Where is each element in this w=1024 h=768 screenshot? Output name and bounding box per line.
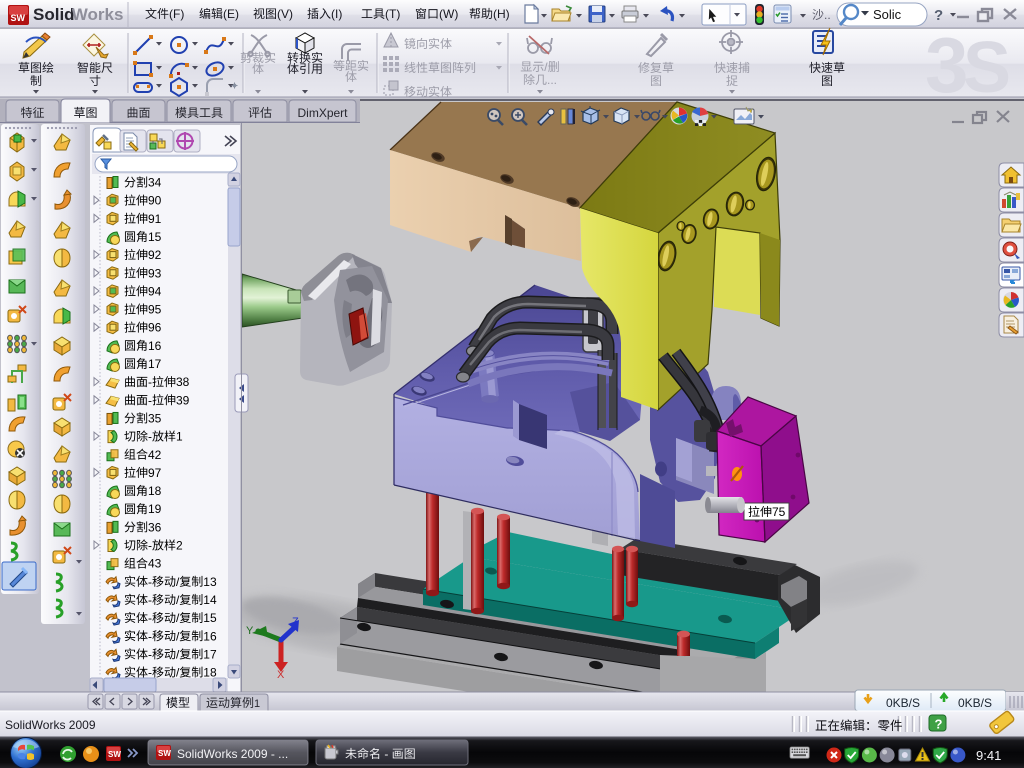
svg-text:95: 95 (148, 303, 162, 317)
svg-text:97: 97 (148, 466, 162, 480)
svg-text:1: 1 (176, 430, 183, 444)
svg-text:DimXpert: DimXpert (298, 106, 349, 120)
svg-text:34: 34 (148, 176, 162, 190)
svg-text:90: 90 (148, 194, 162, 208)
svg-text:36: 36 (148, 520, 162, 534)
svg-text:-: - (381, 747, 392, 761)
svg-text:18: 18 (203, 666, 217, 680)
svg-text:38: 38 (176, 375, 190, 389)
svg-text:-: - (148, 430, 152, 444)
svg-text:17: 17 (203, 647, 217, 661)
svg-text:18: 18 (148, 484, 162, 498)
svg-text:S: S (963, 28, 1011, 108)
svg-text:35: 35 (148, 411, 162, 425)
svg-text:-: - (148, 666, 152, 680)
svg-text:15: 15 (148, 230, 162, 244)
svg-text:94: 94 (148, 284, 162, 298)
svg-text:SW: SW (108, 750, 121, 759)
svg-text:2: 2 (176, 539, 183, 553)
svg-text:...: ... (547, 73, 557, 87)
svg-text:Z: Z (292, 616, 299, 628)
svg-text:0KB/S: 0KB/S (886, 696, 920, 710)
svg-text:(T): (T) (385, 7, 400, 21)
svg-text:(I): (I) (331, 7, 342, 21)
svg-text:(E): (E) (223, 7, 239, 21)
svg-text:X: X (277, 669, 285, 681)
svg-text:91: 91 (148, 212, 162, 226)
svg-text:17: 17 (148, 357, 162, 371)
svg-text:42: 42 (148, 448, 162, 462)
svg-text:0KB/S: 0KB/S (958, 696, 992, 710)
svg-text:-: - (148, 593, 152, 607)
svg-text:-: - (148, 629, 152, 643)
svg-text:SW: SW (11, 13, 26, 23)
svg-text:96: 96 (148, 321, 162, 335)
svg-text:15: 15 (203, 611, 217, 625)
svg-text:13: 13 (203, 575, 217, 589)
svg-text:9:41: 9:41 (976, 748, 1001, 763)
svg-text:1: 1 (254, 698, 260, 710)
svg-text:Solid: Solid (33, 5, 75, 24)
svg-text:?: ? (935, 717, 943, 732)
svg-text:SolidWorks 2009 - ...: SolidWorks 2009 - ... (177, 747, 288, 761)
svg-text:14: 14 (203, 593, 217, 607)
svg-text:19: 19 (148, 502, 162, 516)
svg-text:(V): (V) (277, 7, 293, 21)
svg-text:-: - (148, 539, 152, 553)
svg-text:-: - (148, 393, 152, 407)
svg-text:..: .. (824, 8, 831, 22)
svg-text:-: - (148, 375, 152, 389)
svg-text:(F): (F) (169, 7, 184, 21)
svg-text:-: - (148, 575, 152, 589)
svg-text:92: 92 (148, 248, 162, 262)
svg-text:-: - (148, 611, 152, 625)
svg-text:(W): (W) (439, 7, 458, 21)
svg-text:Works: Works (72, 5, 124, 24)
svg-text:93: 93 (148, 266, 162, 280)
svg-text:3: 3 (925, 21, 968, 109)
svg-text:SolidWorks 2009: SolidWorks 2009 (5, 718, 96, 732)
svg-text:SW: SW (158, 749, 171, 758)
svg-text:75: 75 (772, 505, 786, 519)
svg-text:(H): (H) (493, 7, 510, 21)
svg-text:16: 16 (203, 629, 217, 643)
svg-text:-: - (148, 647, 152, 661)
svg-text:39: 39 (176, 393, 190, 407)
svg-text:Y: Y (246, 625, 254, 637)
svg-text:Solic: Solic (873, 7, 902, 22)
svg-text:16: 16 (148, 339, 162, 353)
svg-text:43: 43 (148, 557, 162, 571)
